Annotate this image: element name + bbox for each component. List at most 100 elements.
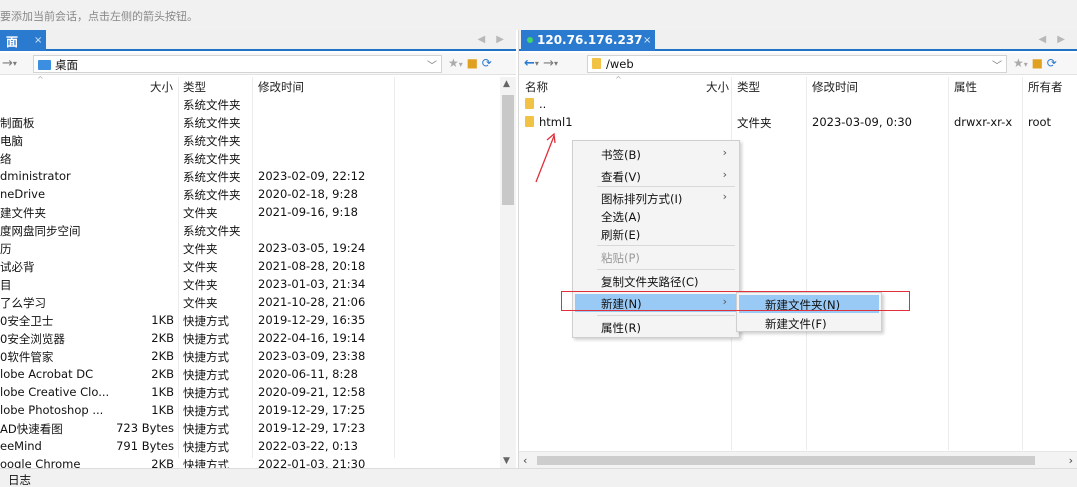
- tab-close-icon[interactable]: ×: [34, 35, 42, 46]
- col-size[interactable]: 大小: [150, 79, 173, 95]
- scroll-left-icon[interactable]: ‹: [523, 454, 527, 467]
- home-icon[interactable]: ■: [1032, 56, 1043, 70]
- menu-item-0[interactable]: 书签(B) ›: [575, 145, 737, 163]
- table-row[interactable]: 历 文件夹 2023-03-05, 19:24: [0, 239, 516, 257]
- forward-icon[interactable]: →: [2, 56, 13, 71]
- table-row[interactable]: eeMind 791 Bytes 快捷方式 2022-03-22, 0:13: [0, 437, 516, 455]
- local-vertical-scrollbar[interactable]: ▲ ▼: [500, 77, 516, 468]
- local-address-bar: →▾ 桌面 ﹀ ★▾ ■ ⟳: [0, 53, 516, 75]
- submenu-arrow-icon: ›: [722, 168, 727, 181]
- menu-item-8[interactable]: 属性(R): [575, 318, 737, 336]
- table-row[interactable]: lobe Acrobat DC 2KB 快捷方式 2020-06-11, 8:28: [0, 365, 516, 383]
- table-row[interactable]: 建文件夹 文件夹 2021-09-16, 9:18: [0, 203, 516, 221]
- col-type[interactable]: 类型: [737, 79, 760, 95]
- back-icon[interactable]: ←: [524, 56, 535, 71]
- menu-item-label: 新建(N): [601, 297, 642, 311]
- submenu-item-1[interactable]: 新建文件(F): [739, 314, 879, 332]
- col-name[interactable]: 名称: [525, 79, 548, 95]
- refresh-icon[interactable]: ⟳: [482, 56, 492, 70]
- chevron-down-icon[interactable]: ▾: [535, 59, 539, 68]
- col-type[interactable]: 类型: [183, 79, 206, 95]
- tab-remote-server[interactable]: 120.76.176.237 ×: [521, 30, 655, 51]
- log-panel-tab[interactable]: 日志: [0, 468, 1077, 487]
- file-modified: 2023-03-09, 0:30: [812, 115, 912, 129]
- table-row[interactable]: 制面板 系统文件夹: [0, 113, 516, 131]
- menu-item-4[interactable]: 刷新(E): [575, 225, 737, 243]
- refresh-icon[interactable]: ⟳: [1047, 56, 1057, 70]
- menu-separator: [597, 186, 735, 187]
- table-row[interactable]: dministrator 系统文件夹 2023-02-09, 22:12: [0, 167, 516, 185]
- tab-label: 面: [6, 35, 19, 49]
- table-row[interactable]: 了么学习 文件夹 2021-10-28, 21:06: [0, 293, 516, 311]
- submenu-arrow-icon: ›: [722, 190, 727, 203]
- chevron-down-icon[interactable]: ▾: [13, 59, 17, 68]
- file-size: 1KB: [151, 403, 174, 417]
- menu-item-3[interactable]: 全选(A): [575, 207, 737, 225]
- table-row[interactable]: lobe Photoshop ... 1KB 快捷方式 2019-12-29, 17:…: [0, 401, 516, 419]
- context-menu: 书签(B) › 查看(V) › 图标排列方式(I) › 全选(A) 刷新(E) 粘贴(P) 复制文…: [572, 140, 740, 338]
- menu-item-6[interactable]: 复制文件夹路径(C): [575, 272, 737, 290]
- menu-item-7[interactable]: 新建(N) ›: [575, 294, 737, 312]
- table-row[interactable]: 络 系统文件夹: [0, 149, 516, 167]
- file-name: 试必背: [0, 260, 35, 274]
- table-row[interactable]: 0安全卫士 1KB 快捷方式 2019-12-29, 16:35: [0, 311, 516, 329]
- path-dropdown-icon[interactable]: ﹀: [992, 57, 1002, 72]
- col-attributes[interactable]: 属性: [954, 79, 977, 95]
- tab-scroll-arrows[interactable]: ◀ ▶: [1038, 34, 1069, 45]
- chevron-down-icon[interactable]: ▾: [554, 59, 558, 68]
- submenu-item-0[interactable]: 新建文件夹(N): [739, 295, 879, 313]
- local-nav-buttons: →▾: [2, 56, 17, 71]
- file-modified: 2020-06-11, 8:28: [258, 367, 358, 381]
- local-path-field[interactable]: 桌面 ﹀: [33, 55, 442, 73]
- file-modified: 2023-02-09, 22:12: [258, 169, 366, 183]
- folder-icon: [525, 98, 534, 109]
- menu-item-2[interactable]: 图标排列方式(I) ›: [575, 189, 737, 207]
- col-size[interactable]: 大小: [706, 79, 729, 95]
- table-row[interactable]: 系统文件夹: [0, 95, 516, 113]
- col-modified[interactable]: 修改时间: [812, 79, 858, 95]
- tab-close-icon[interactable]: ×: [643, 35, 651, 46]
- table-row[interactable]: lobe Creative Clo... 1KB 快捷方式 2020-09-21, 1…: [0, 383, 516, 401]
- scroll-thumb[interactable]: [502, 95, 514, 205]
- menu-item-label: 书签(B): [601, 148, 641, 162]
- file-name: 了么学习: [0, 296, 46, 310]
- file-modified: 2023-03-09, 23:38: [258, 349, 366, 363]
- path-dropdown-icon[interactable]: ﹀: [427, 57, 437, 72]
- home-icon[interactable]: ■: [467, 56, 478, 70]
- chevron-down-icon[interactable]: ▾: [459, 60, 463, 69]
- new-submenu: 新建文件夹(N) 新建文件(F): [736, 292, 882, 332]
- file-modified: 2023-01-03, 21:34: [258, 277, 366, 291]
- col-modified[interactable]: 修改时间: [258, 79, 304, 95]
- menu-item-label: 复制文件夹路径(C): [601, 275, 699, 289]
- scroll-down-icon[interactable]: ▼: [503, 456, 510, 466]
- table-row[interactable]: ..: [519, 95, 1077, 113]
- file-type: 文件夹: [183, 260, 218, 274]
- scroll-right-icon[interactable]: ›: [1069, 454, 1073, 467]
- sort-caret-icon: ^: [615, 75, 622, 84]
- star-icon[interactable]: ★: [1013, 56, 1024, 70]
- table-row[interactable]: 度网盘同步空间 系统文件夹: [0, 221, 516, 239]
- forward-icon[interactable]: →: [543, 56, 554, 71]
- menu-item-label: 新建文件夹(N): [765, 298, 841, 312]
- table-row[interactable]: 电脑 系统文件夹: [0, 131, 516, 149]
- col-owner[interactable]: 所有者: [1028, 79, 1063, 95]
- table-row[interactable]: 0安全浏览器 2KB 快捷方式 2022-04-16, 19:14: [0, 329, 516, 347]
- menu-item-1[interactable]: 查看(V) ›: [575, 167, 737, 185]
- remote-path-field[interactable]: /web ﹀: [587, 55, 1007, 73]
- remote-horizontal-scrollbar[interactable]: ‹ ›: [519, 451, 1077, 468]
- menu-item-label: 查看(V): [601, 170, 641, 184]
- table-row[interactable]: neDrive 系统文件夹 2020-02-18, 9:28: [0, 185, 516, 203]
- scroll-thumb[interactable]: [537, 456, 1035, 465]
- table-row[interactable]: AD快速看图 723 Bytes 快捷方式 2019-12-29, 17:23: [0, 419, 516, 437]
- scroll-up-icon[interactable]: ▲: [503, 79, 510, 89]
- table-row[interactable]: 0软件管家 2KB 快捷方式 2023-03-09, 23:38: [0, 347, 516, 365]
- file-type: 系统文件夹: [183, 224, 241, 238]
- folder-icon: [592, 58, 601, 69]
- chevron-down-icon[interactable]: ▾: [1024, 60, 1028, 69]
- table-row[interactable]: 试必背 文件夹 2021-08-28, 20:18: [0, 257, 516, 275]
- tab-scroll-arrows[interactable]: ◀ ▶: [477, 34, 508, 45]
- table-row[interactable]: 目 文件夹 2023-01-03, 21:34: [0, 275, 516, 293]
- star-icon[interactable]: ★: [448, 56, 459, 70]
- table-row[interactable]: html1 文件夹 2023-03-09, 0:30 drwxr-xr-x root: [519, 113, 1077, 131]
- tab-local-desktop[interactable]: 面 ×: [0, 30, 46, 51]
